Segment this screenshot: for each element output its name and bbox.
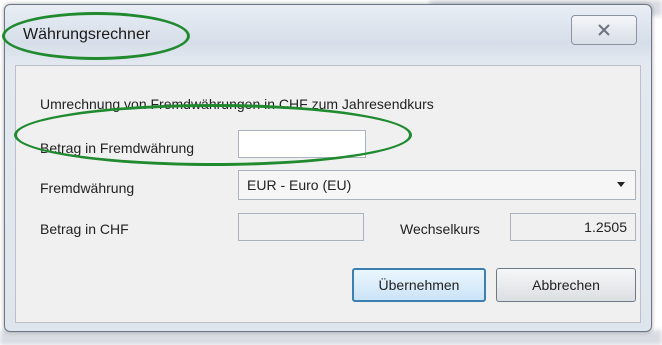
currency-select[interactable]: EUR - Euro (EU) (238, 170, 636, 200)
description-text: Umrechnung von Fremdwährungen in CHF zum… (40, 96, 434, 112)
title-bar[interactable]: Währungsrechner (5, 5, 651, 55)
cancel-button[interactable]: Abbrechen (496, 268, 636, 302)
rate-label: Wechselkurs (400, 221, 480, 237)
close-icon (598, 24, 610, 36)
exchange-rate-field: 1.2505 (510, 213, 636, 241)
chevron-down-icon (617, 182, 625, 187)
amount-foreign-label: Betrag in Fremdwährung (40, 140, 195, 156)
amount-chf-field (238, 213, 364, 241)
currency-selected-value: EUR - Euro (EU) (247, 177, 352, 193)
apply-button[interactable]: Übernehmen (352, 268, 486, 302)
amount-chf-label: Betrag in CHF (40, 221, 129, 237)
dialog-body: Umrechnung von Fremdwährungen in CHF zum… (15, 65, 641, 323)
amount-foreign-input[interactable] (238, 130, 366, 158)
close-button[interactable] (571, 15, 637, 45)
window-title: Währungsrechner (23, 26, 151, 43)
background-app-footer (0, 330, 662, 345)
currency-label: Fremdwährung (40, 180, 135, 196)
currency-converter-dialog: Währungsrechner Umrechnung von Fremdwähr… (4, 4, 652, 332)
